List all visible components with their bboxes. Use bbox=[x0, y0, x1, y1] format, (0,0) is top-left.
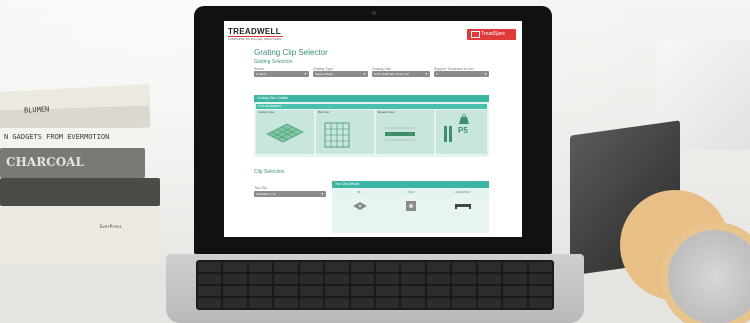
keyboard bbox=[196, 260, 554, 310]
plan-grid-icon bbox=[324, 122, 350, 148]
page-title: Grating Clip Selector bbox=[254, 48, 328, 57]
monitor-icon bbox=[471, 31, 480, 38]
grating-size-details-header[interactable]: Grating Size Details bbox=[254, 95, 489, 102]
support-thickness-select[interactable]: 3 ▼ bbox=[434, 71, 489, 77]
book-spine-text-4: EverPress bbox=[100, 224, 122, 229]
grating-type-select[interactable]: Square Mesh ▼ bbox=[313, 71, 368, 77]
logo-tagline: COMPLETE "Fit & Forget" SOLUTIONS bbox=[228, 37, 282, 41]
laptop-screen: TREADWELL COMPLETE "Fit & Forget" SOLUTI… bbox=[224, 21, 522, 237]
product-code-bar: STR-38(38)38CS bbox=[256, 104, 487, 109]
elevation-view-cell: Elevation View bbox=[376, 110, 434, 154]
book-6 bbox=[0, 206, 160, 264]
grating-size-value: STR-1538 (38), 25mm Fill bbox=[374, 72, 409, 76]
grating-type-value: Square Mesh bbox=[315, 72, 333, 76]
clip-plan-icon bbox=[406, 201, 416, 211]
top-clip-value: Standard 3, 1b bbox=[256, 192, 276, 196]
weight-class-cell: P5 bbox=[436, 110, 487, 154]
book-spine-text-2: N GADGETS FROM EVERMOTION bbox=[4, 133, 110, 141]
series-select[interactable]: StrutLIT ▼ bbox=[254, 71, 309, 77]
top-clip-details-body: 3D PLAN ELEVATION bbox=[332, 188, 489, 233]
grating-size-details-body: STR-38(38)38CS Isometric View Plan View bbox=[254, 102, 489, 157]
grating-size-select[interactable]: STR-1538 (38), 25mm Fill ▼ bbox=[372, 71, 430, 77]
weight-class-label: P5 bbox=[458, 126, 468, 135]
clip-col-3d: 3D bbox=[334, 190, 384, 195]
grating-selection-title: Grating Selection bbox=[254, 59, 293, 65]
chevron-down-icon: ▼ bbox=[304, 72, 307, 76]
weight-icon bbox=[459, 114, 469, 124]
isometric-grating-icon bbox=[266, 123, 304, 143]
laptop-base bbox=[166, 254, 584, 323]
elevation-bar-icon bbox=[385, 127, 415, 141]
chevron-down-icon: ▼ bbox=[321, 192, 324, 196]
app-header: TREADWELL COMPLETE "Fit & Forget" SOLUTI… bbox=[224, 21, 522, 43]
book-5 bbox=[0, 178, 160, 206]
plan-view-label: Plan View bbox=[318, 111, 330, 114]
book-spine-text-3: CHARCOAL bbox=[6, 155, 84, 169]
clip-col-plan: PLAN bbox=[386, 190, 436, 195]
bar-pair-icon-2 bbox=[449, 126, 452, 142]
support-thickness-value: 3 bbox=[436, 72, 438, 76]
chevron-down-icon: ▼ bbox=[484, 72, 487, 76]
clip-selection-title: Clip Selection bbox=[254, 169, 285, 175]
chevron-down-icon: ▼ bbox=[363, 72, 366, 76]
bar-pair-icon bbox=[444, 126, 447, 142]
book-spine-text-1: BLUMEN bbox=[23, 105, 50, 115]
top-clip-label: Top Clip bbox=[254, 186, 267, 190]
isometric-view-cell: Isometric View bbox=[256, 110, 314, 154]
clip-3d-icon bbox=[353, 202, 367, 210]
plan-view-cell: Plan View bbox=[316, 110, 374, 154]
elevation-view-label: Elevation View bbox=[378, 111, 395, 114]
treadwell-logo[interactable]: TREADWELL bbox=[228, 27, 281, 36]
chevron-down-icon: ▼ bbox=[425, 72, 428, 76]
top-clip-select[interactable]: Standard 3, 1b ▼ bbox=[254, 191, 326, 197]
isometric-view-label: Isometric View bbox=[258, 111, 275, 114]
clip-elevation-icon bbox=[455, 204, 471, 209]
series-value: StrutLIT bbox=[256, 72, 267, 76]
top-clip-details-header[interactable]: Top Clip Details bbox=[332, 181, 489, 188]
clip-col-elevation: ELEVATION bbox=[438, 190, 487, 195]
treadspec-label: TreadSpec bbox=[481, 31, 506, 37]
webcam-icon bbox=[372, 11, 376, 15]
treadspec-button[interactable]: TreadSpec bbox=[467, 29, 516, 40]
